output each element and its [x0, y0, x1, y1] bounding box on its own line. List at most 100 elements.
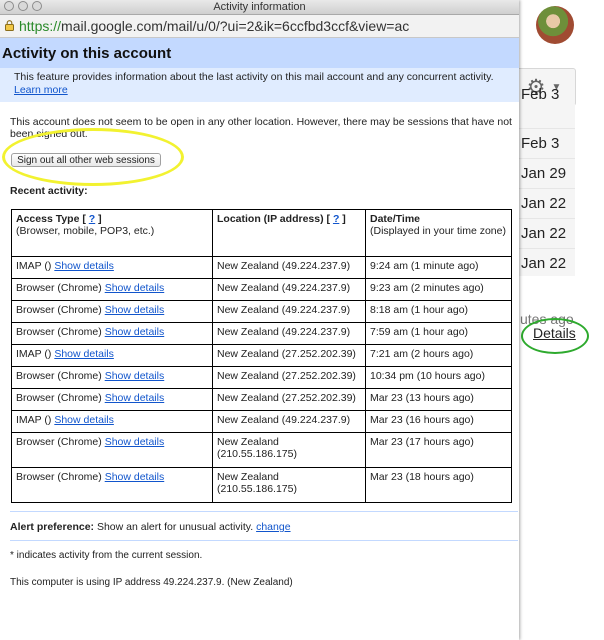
- location-help-link[interactable]: ?: [333, 213, 339, 225]
- location-title: Location (IP address): [217, 213, 324, 225]
- show-details-link[interactable]: Show details: [54, 260, 114, 272]
- datetime-cell: Mar 23 (17 hours ago): [365, 432, 512, 468]
- access-type-cell: IMAP () Show details: [11, 410, 213, 433]
- table-row: IMAP () Show details New Zealand (49.224.…: [11, 256, 512, 279]
- divider: [10, 540, 518, 541]
- learn-more-link[interactable]: Learn more: [14, 84, 68, 96]
- access-type-cell: Browser (Chrome) Show details: [11, 322, 213, 345]
- location-cell: New Zealand (27.252.202.39): [212, 344, 366, 367]
- date-cell: Feb 3: [521, 86, 560, 103]
- avatar[interactable]: [536, 6, 574, 44]
- info-box: This feature provides information about …: [0, 68, 519, 102]
- table-row: Browser (Chrome) Show details New Zealand…: [11, 388, 512, 411]
- show-details-link[interactable]: Show details: [54, 348, 114, 360]
- access-type-value: Browser (Chrome): [16, 392, 102, 404]
- current-ip-note: This computer is using IP address 49.224…: [10, 577, 293, 588]
- window-titlebar[interactable]: Activity information: [0, 0, 519, 15]
- info-text: This feature provides information about …: [14, 71, 514, 97]
- location-cell: New Zealand (49.224.237.9): [212, 410, 366, 433]
- date-cell[interactable]: Jan 22: [517, 248, 575, 278]
- access-type-value: Browser (Chrome): [16, 471, 102, 483]
- datetime-cell: Mar 23 (18 hours ago): [365, 467, 512, 503]
- location-cell: New Zealand (27.252.202.39): [212, 388, 366, 411]
- show-details-link[interactable]: Show details: [54, 414, 114, 426]
- access-type-cell: Browser (Chrome) Show details: [11, 300, 213, 323]
- location-cell: New Zealand (210.55.186.175): [212, 467, 366, 503]
- table-row: Browser (Chrome) Show details New Zealand…: [11, 278, 512, 301]
- alert-preference-text: Show an alert for unusual activity.: [96, 521, 254, 533]
- alert-preference-label: Alert preference:: [10, 521, 95, 533]
- access-type-cell: Browser (Chrome) Show details: [11, 467, 213, 503]
- table-row: IMAP () Show details New Zealand (27.252.…: [11, 344, 512, 367]
- datetime-cell: 10:34 pm (10 hours ago): [365, 366, 512, 389]
- access-type-cell: Browser (Chrome) Show details: [11, 432, 213, 468]
- datetime-cell: Mar 23 (13 hours ago): [365, 388, 512, 411]
- location-cell: New Zealand (49.224.237.9): [212, 322, 366, 345]
- alert-preference: Alert preference: Show an alert for unus…: [10, 521, 291, 533]
- access-type-value: Browser (Chrome): [16, 436, 102, 448]
- table-row: Browser (Chrome) Show details New Zealand…: [11, 432, 512, 468]
- url-path: mail.google.com/mail/u/0/?ui=2&ik=6ccfbd…: [61, 18, 410, 34]
- location-cell: New Zealand (210.55.186.175): [212, 432, 366, 468]
- access-type-value: Browser (Chrome): [16, 282, 102, 294]
- access-type-value: Browser (Chrome): [16, 326, 102, 338]
- lock-icon: [5, 20, 14, 31]
- change-alert-link[interactable]: change: [256, 521, 290, 533]
- datetime-cell: Mar 23 (16 hours ago): [365, 410, 512, 433]
- show-details-link[interactable]: Show details: [105, 304, 165, 316]
- show-details-link[interactable]: Show details: [105, 326, 165, 338]
- access-type-title: Access Type: [16, 213, 80, 225]
- header-box: Activity on this account This feature pr…: [0, 38, 519, 102]
- datetime-cell: 9:24 am (1 minute ago): [365, 256, 512, 279]
- location-header: Location (IP address) [ ? ]: [212, 209, 366, 257]
- table-row: Browser (Chrome) Show details New Zealand…: [11, 467, 512, 503]
- datetime-subtitle: (Displayed in your time zone): [370, 225, 506, 237]
- table-row: IMAP () Show details New Zealand (49.224.…: [11, 410, 512, 433]
- show-details-link[interactable]: Show details: [105, 471, 165, 483]
- show-details-link[interactable]: Show details: [105, 436, 165, 448]
- green-highlight-circle: [521, 318, 589, 354]
- access-type-cell: Browser (Chrome) Show details: [11, 278, 213, 301]
- access-type-help-link[interactable]: ?: [89, 213, 95, 225]
- show-details-link[interactable]: Show details: [105, 282, 165, 294]
- access-type-cell: IMAP () Show details: [11, 344, 213, 367]
- current-session-note: * indicates activity from the current se…: [10, 550, 203, 561]
- access-type-value: IMAP (): [16, 414, 52, 426]
- access-type-value: IMAP (): [16, 260, 52, 272]
- url-text[interactable]: https://mail.google.com/mail/u/0/?ui=2&i…: [19, 18, 409, 34]
- table-row: Browser (Chrome) Show details New Zealand…: [11, 366, 512, 389]
- datetime-cell: 7:59 am (1 hour ago): [365, 322, 512, 345]
- activity-table-body: IMAP () Show details New Zealand (49.224.…: [11, 256, 512, 503]
- datetime-cell: 9:23 am (2 minutes ago): [365, 278, 512, 301]
- address-bar[interactable]: https://mail.google.com/mail/u/0/?ui=2&i…: [0, 15, 519, 38]
- datetime-title: Date/Time: [370, 213, 420, 225]
- divider: [10, 511, 518, 512]
- activity-table: Access Type [ ? ] (Browser, mobile, POP3…: [11, 209, 512, 503]
- page-title: Activity on this account: [2, 45, 172, 62]
- conversation-date-list: Feb 3 Feb 3 Jan 29 Jan 22 Jan 22 Jan 22: [516, 86, 575, 278]
- table-row: Browser (Chrome) Show details New Zealand…: [11, 322, 512, 345]
- location-cell: New Zealand (49.224.237.9): [212, 256, 366, 279]
- datetime-cell: 7:21 am (2 hours ago): [365, 344, 512, 367]
- date-cell[interactable]: Jan 29: [517, 158, 575, 188]
- url-scheme: https://: [19, 18, 62, 34]
- access-type-value: IMAP (): [16, 348, 52, 360]
- access-type-subtitle: (Browser, mobile, POP3, etc.): [16, 225, 155, 237]
- show-details-link[interactable]: Show details: [105, 392, 165, 404]
- location-cell: New Zealand (49.224.237.9): [212, 300, 366, 323]
- access-type-cell: Browser (Chrome) Show details: [11, 388, 213, 411]
- show-details-link[interactable]: Show details: [105, 370, 165, 382]
- yellow-highlight-circle: [2, 128, 184, 186]
- date-cell[interactable]: Feb 3: [517, 128, 575, 158]
- location-cell: New Zealand (49.224.237.9): [212, 278, 366, 301]
- window-title: Activity information: [213, 1, 306, 13]
- access-type-value: Browser (Chrome): [16, 304, 102, 316]
- access-type-value: Browser (Chrome): [16, 370, 102, 382]
- activity-popup-window: Activity information https://mail.google…: [0, 0, 519, 640]
- date-cell[interactable]: Jan 22: [517, 188, 575, 218]
- recent-activity-heading: Recent activity:: [10, 185, 88, 197]
- datetime-header: Date/Time (Displayed in your time zone): [365, 209, 512, 257]
- info-description: This feature provides information about …: [14, 71, 494, 83]
- date-cell[interactable]: Jan 22: [517, 218, 575, 248]
- access-type-cell: IMAP () Show details: [11, 256, 213, 279]
